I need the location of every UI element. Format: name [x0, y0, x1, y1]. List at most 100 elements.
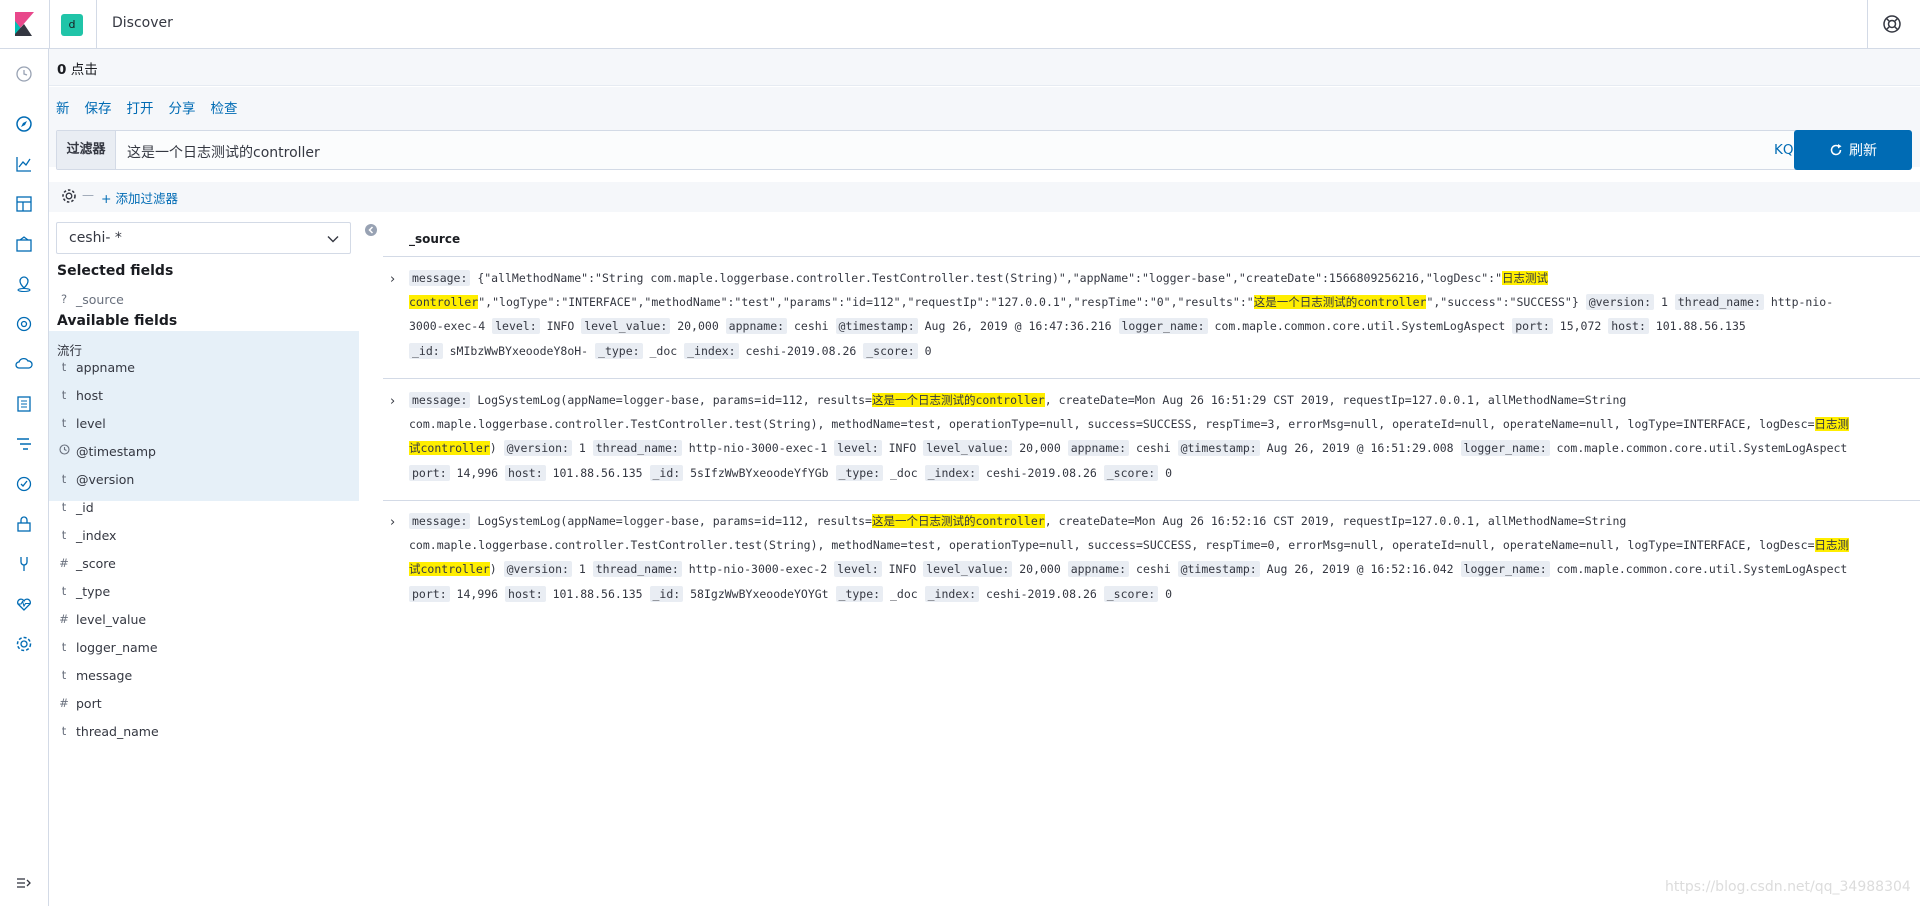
source-line: message: {"allMethodName":"String com.ma… [409, 266, 1909, 290]
add-filter-button[interactable]: + 添加过滤器 [101, 188, 178, 207]
field-type-icon: # [59, 612, 69, 626]
save-link[interactable]: 保存 [85, 97, 112, 117]
inspect-link[interactable]: 检查 [211, 97, 238, 117]
source-line: 3000-exec-4 level: INFO level_value: 20,… [409, 314, 1909, 338]
space-avatar[interactable]: d [61, 14, 83, 36]
field-key: _score: [1103, 585, 1159, 602]
field-value: com.maple.loggerbase.controller.TestCont… [409, 417, 1815, 432]
source-line: port: 14,996 host: 101.88.56.135 _id: 58… [409, 582, 1909, 606]
field-key: _index: [684, 342, 739, 359]
column-header-source: _source [409, 232, 461, 246]
field-key: _score: [863, 342, 918, 359]
expand-row-chevron-icon[interactable]: › [390, 390, 395, 414]
field-value: 1 [571, 562, 593, 577]
field-key: message: [409, 392, 471, 408]
field-value: 5sIfzWwBYxeoodeYfYGb [683, 465, 836, 480]
field-type-icon: t [61, 500, 67, 514]
expand-row-chevron-icon[interactable]: › [390, 268, 395, 292]
refresh-icon [1830, 144, 1842, 156]
management-gear-icon[interactable] [13, 633, 35, 655]
field-value: _doc [642, 343, 685, 358]
field-value: 14,996 [449, 586, 506, 601]
kibana-logo-icon[interactable] [12, 12, 36, 36]
hits-count: 0 点击 [57, 62, 98, 78]
help-icon[interactable] [1882, 14, 1902, 34]
highlight-match: 试controller [409, 562, 490, 577]
open-link[interactable]: 打开 [127, 97, 154, 117]
apm-icon[interactable] [13, 433, 35, 455]
field-value: Aug 26, 2019 @ 16:51:29.008 [1259, 441, 1461, 456]
field-value: 14,996 [449, 465, 506, 480]
document-table: _source › message: {"allMethodName":"Stri… [383, 216, 1920, 902]
ml-icon[interactable] [13, 313, 35, 335]
page-title: Discover [112, 15, 173, 31]
divider [49, 0, 50, 49]
field-value: _doc [883, 586, 925, 601]
highlight-match: 这是一个日志测试的controller [871, 514, 1045, 528]
source-line: com.maple.loggerbase.controller.TestCont… [409, 533, 1909, 557]
discover-icon[interactable] [13, 113, 35, 135]
chevron-down-icon [327, 236, 339, 243]
visualize-icon[interactable] [13, 153, 35, 175]
main-content: 0 点击 新 保存 打开 分享 检查 过滤器 这是一个日志测试的controll… [49, 49, 1920, 906]
field-key: level: [834, 440, 882, 457]
expand-row-chevron-icon[interactable]: › [390, 511, 395, 535]
field-key: logger_name: [1118, 318, 1208, 335]
field-value: Aug 26, 2019 @ 16:47:36.216 [917, 319, 1119, 334]
field-value: LogSystemLog(appName=logger-base, params… [470, 514, 872, 528]
refresh-label: 刷新 [1849, 143, 1877, 159]
recent-icon[interactable] [13, 63, 35, 85]
field-key: appname: [1067, 561, 1130, 578]
share-link[interactable]: 分享 [169, 97, 196, 117]
divider: — [82, 188, 94, 202]
field-key: _id: [409, 342, 443, 359]
field-item[interactable]: t thread_name [49, 714, 359, 748]
logs-icon[interactable] [13, 393, 35, 415]
document-source: message: LogSystemLog(appName=logger-bas… [409, 388, 1909, 485]
field-type-icon: t [61, 640, 67, 654]
field-value: ceshi-2019.08.26 [979, 586, 1104, 601]
field-key: level: [492, 318, 540, 335]
field-value: 0 [1158, 586, 1173, 601]
field-value: http-nio- [1763, 295, 1834, 310]
field-type-icon: t [61, 472, 67, 486]
filter-bar: — + 添加过滤器 [49, 182, 1920, 212]
field-value: 58IgzWwBYxeoodeYOYGt [683, 586, 836, 601]
field-value: ceshi [787, 319, 836, 334]
field-item[interactable]: ? _source [49, 282, 359, 316]
field-name: _index [76, 528, 117, 543]
refresh-button[interactable]: 刷新 [1794, 130, 1912, 170]
field-key: @timestamp: [1177, 440, 1260, 457]
field-type-icon: t [61, 528, 67, 542]
uptime-icon[interactable] [13, 473, 35, 495]
top-nav-menu: 新 保存 打开 分享 检查 过滤器 这是一个日志测试的controller KQ… [49, 87, 1920, 170]
field-value: 0 [917, 343, 932, 358]
source-line: 试controller) @version: 1 thread_name: ht… [409, 557, 1909, 581]
field-key: level: [834, 561, 882, 578]
maps-icon[interactable] [13, 273, 35, 295]
field-value: http-nio-3000-exec-2 [681, 562, 835, 577]
field-type-icon: t [61, 668, 67, 682]
dashboard-icon[interactable] [13, 193, 35, 215]
field-key: host: [505, 464, 546, 481]
field-key: _type: [835, 585, 884, 602]
field-name: @version [76, 472, 135, 487]
field-name: @timestamp [76, 444, 156, 459]
new-link[interactable]: 新 [56, 97, 70, 117]
source-line: port: 14,996 host: 101.88.56.135 _id: 5s… [409, 461, 1909, 485]
highlight-match: 日志测 [1814, 538, 1849, 553]
field-value: 3000-exec-4 [409, 319, 493, 334]
canvas-icon[interactable] [13, 233, 35, 255]
dev-tools-icon[interactable] [13, 553, 35, 575]
collapse-nav-icon[interactable] [13, 872, 35, 894]
field-name: _source [76, 292, 124, 307]
hits-bar: 0 点击 [49, 49, 1920, 86]
siem-lock-icon[interactable] [13, 513, 35, 535]
infrastructure-icon[interactable] [13, 353, 35, 375]
collapse-sidebar-icon[interactable] [364, 223, 378, 237]
monitoring-icon[interactable] [13, 593, 35, 615]
filter-options-gear-icon[interactable] [60, 187, 78, 205]
field-value: sMIbzWwBYxeoodeY8oH- [442, 343, 596, 358]
search-input[interactable]: 这是一个日志测试的controller [127, 142, 320, 162]
index-pattern-select[interactable]: ceshi- * [56, 222, 351, 254]
